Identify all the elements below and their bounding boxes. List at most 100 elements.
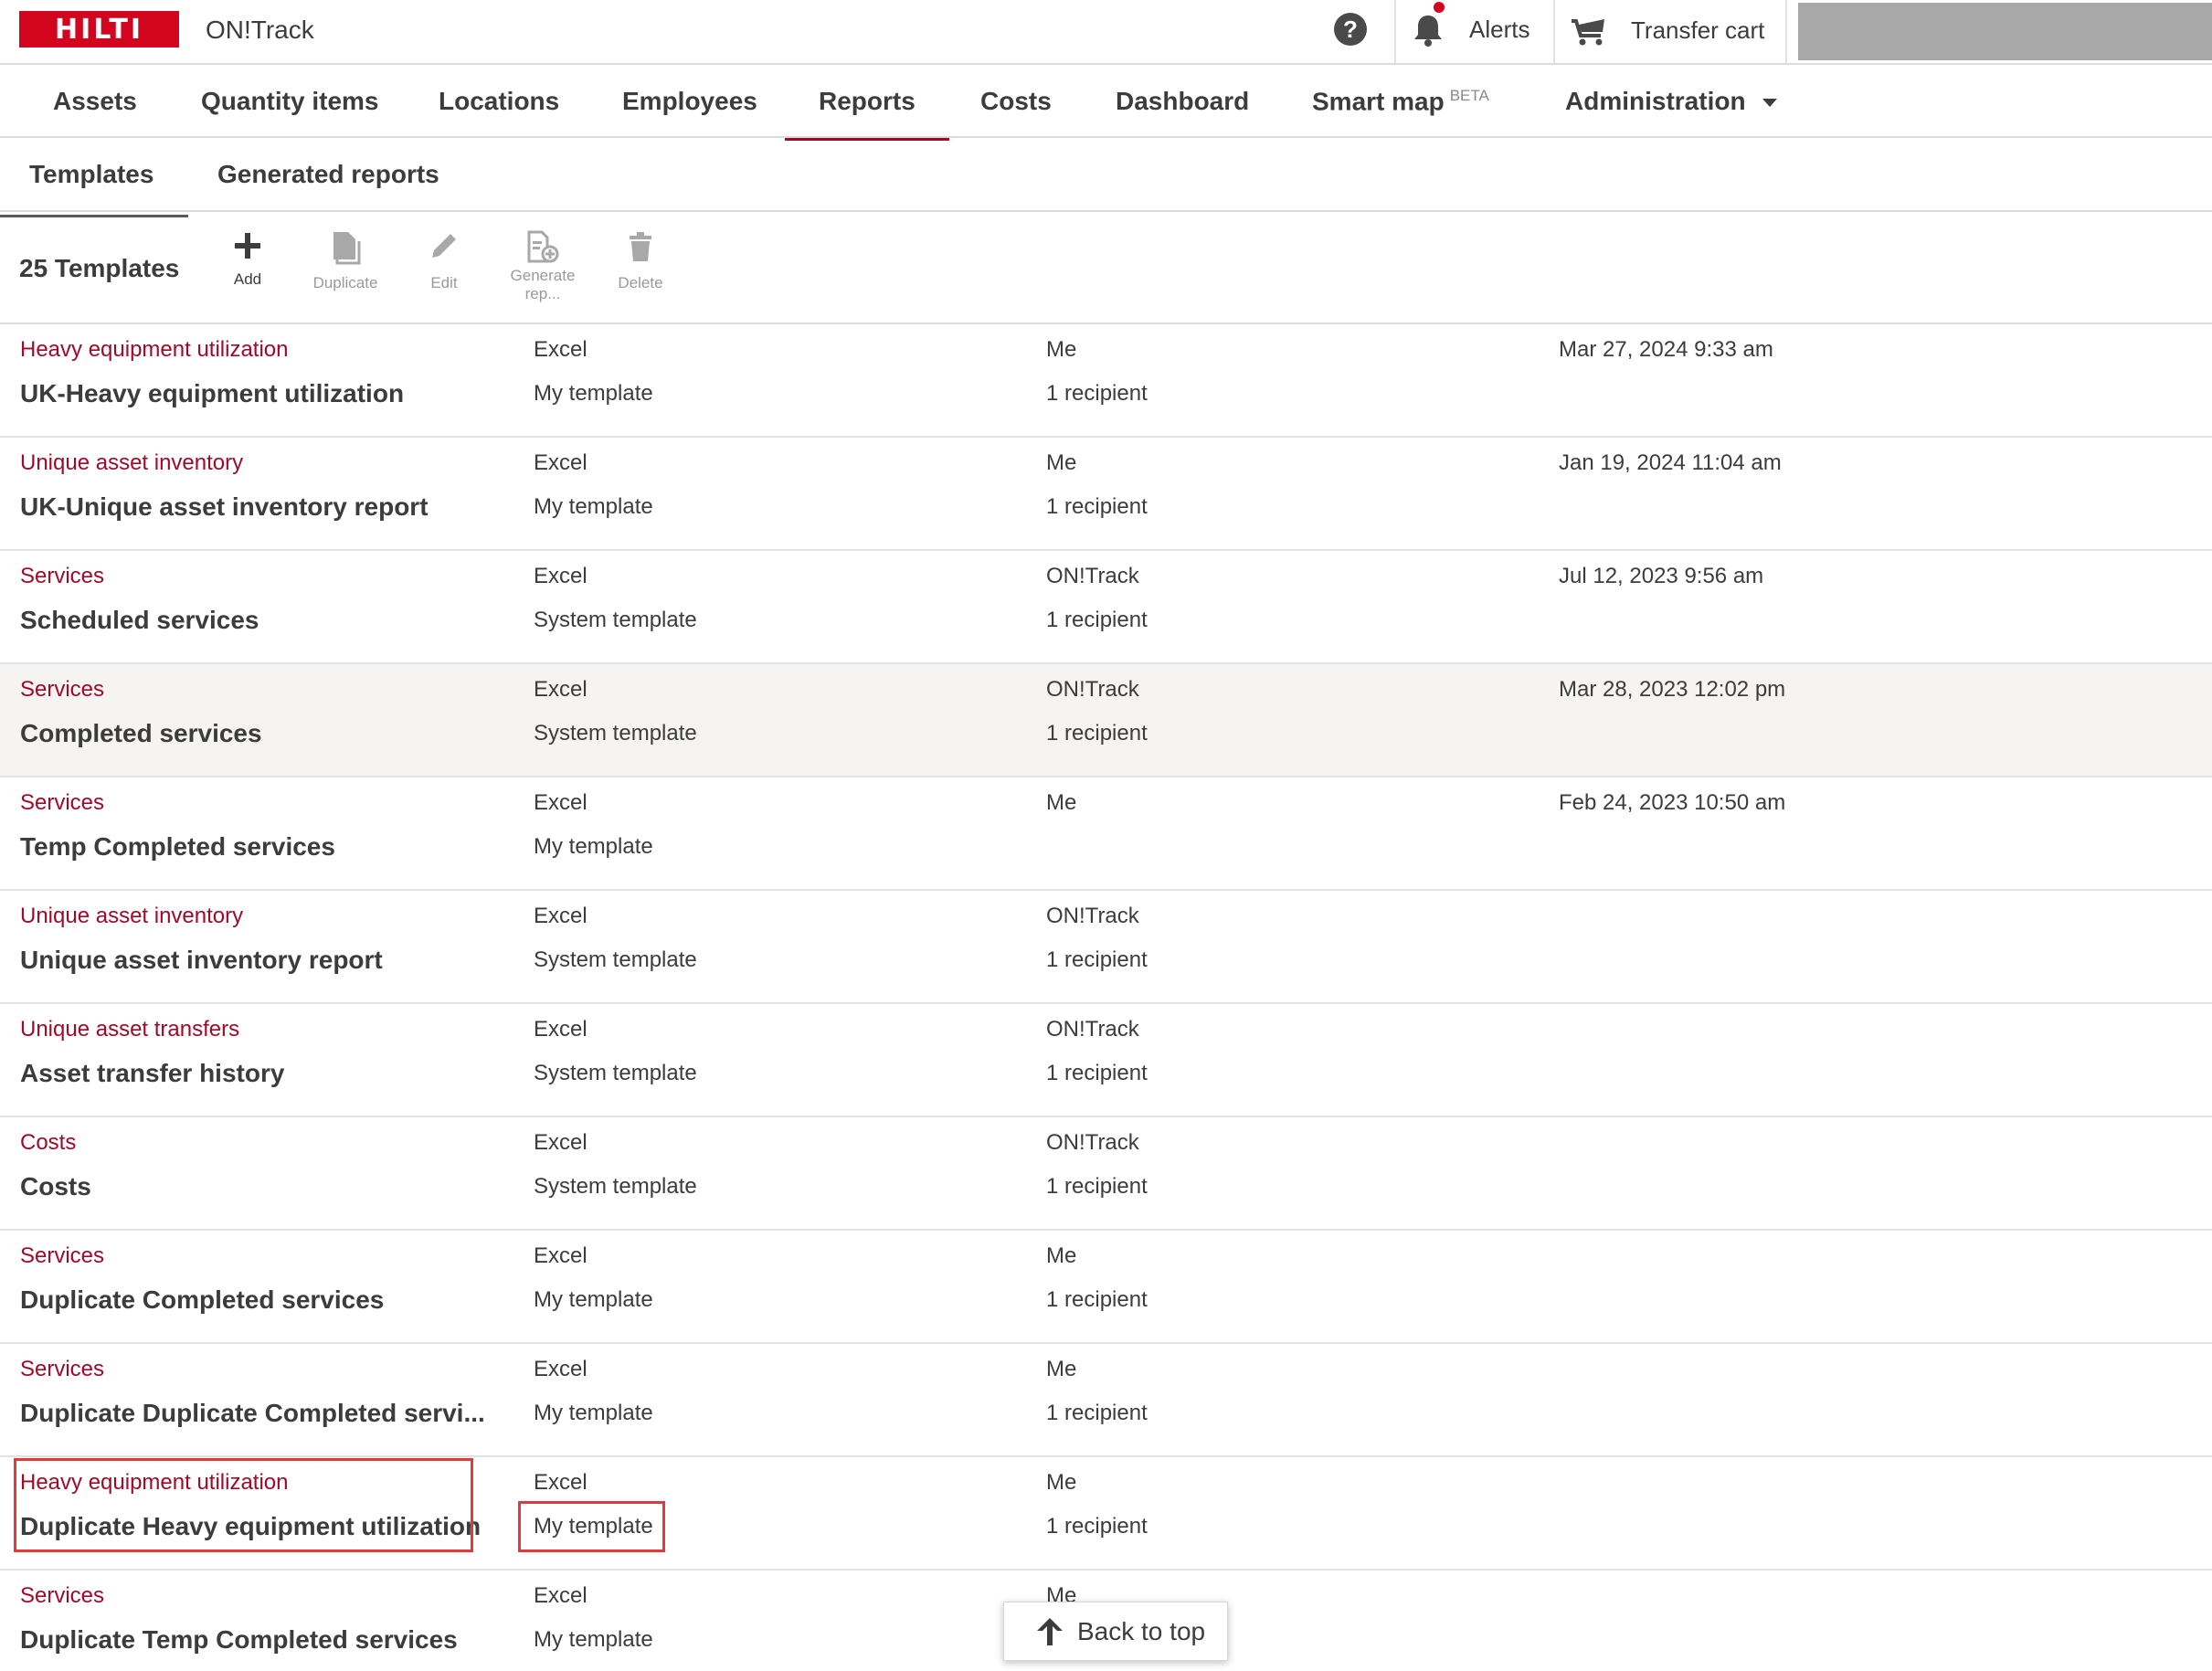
nav-smart-map-label: Smart map [1312, 87, 1445, 116]
divider [1394, 0, 1396, 64]
template-type: Services [20, 1357, 105, 1381]
template-type: Heavy equipment utilization [20, 337, 289, 362]
nav-smart-map[interactable]: Smart map BETA [1312, 87, 1489, 116]
template-kind: System template [534, 721, 697, 746]
duplicate-label: Duplicate [312, 274, 378, 291]
template-name: UK-Heavy equipment utilization [20, 379, 405, 407]
alerts-link[interactable]: Alerts [1469, 16, 1529, 44]
template-owner: Me [1046, 450, 1077, 475]
template-type: Services [20, 1583, 105, 1608]
cart-icon[interactable] [1570, 14, 1608, 47]
template-name: Asset transfer history [20, 1059, 285, 1087]
template-kind: System template [534, 608, 697, 632]
pencil-icon [432, 234, 456, 258]
template-date: Jul 12, 2023 9:56 am [1559, 564, 1764, 588]
template-owner: Me [1046, 1243, 1077, 1268]
delete-button[interactable]: Delete [590, 230, 691, 292]
main-nav: Assets Quantity items Locations Employee… [0, 65, 2212, 141]
template-owner: ON!Track [1046, 677, 1139, 702]
template-owner: ON!Track [1046, 1017, 1139, 1042]
template-row[interactable]: Heavy equipment utilization UK-Heavy equi… [0, 324, 2212, 438]
user-menu[interactable] [1798, 3, 2212, 60]
back-to-top-button[interactable]: Back to top [1003, 1602, 1228, 1661]
back-to-top-label: Back to top [1077, 1616, 1206, 1645]
template-name: Completed services [20, 719, 262, 747]
template-kind: My template [534, 1627, 653, 1652]
nav-employees[interactable]: Employees [622, 87, 757, 116]
notification-dot [1434, 2, 1445, 13]
template-name: Temp Completed services [20, 832, 335, 861]
beta-badge: BETA [1449, 87, 1489, 104]
template-row[interactable]: Services Temp Completed services Excel My t… [0, 777, 2212, 891]
template-kind: My template [534, 1401, 653, 1425]
template-row[interactable]: Costs Costs Excel System template ON!Track 1 … [0, 1117, 2212, 1231]
sub-tabs: Templates Generated reports [0, 138, 2212, 217]
annotation-box [518, 1501, 665, 1552]
template-type: Services [20, 790, 105, 815]
template-owner: Me [1046, 337, 1077, 362]
template-owner: Me [1046, 1470, 1077, 1495]
template-owner: ON!Track [1046, 564, 1139, 588]
edit-label: Edit [430, 274, 458, 291]
template-recipients: 1 recipient [1046, 1514, 1148, 1539]
template-row[interactable]: Unique asset transfers Asset transfer his… [0, 1004, 2212, 1117]
template-row[interactable]: Unique asset inventory UK-Unique asset in… [0, 438, 2212, 551]
nav-dashboard[interactable]: Dashboard [1116, 87, 1249, 116]
arrow-up-icon [1037, 1617, 1063, 1645]
tab-templates[interactable]: Templates [0, 160, 189, 217]
template-type: Services [20, 1243, 105, 1268]
template-recipients: 1 recipient [1046, 721, 1148, 746]
nav-costs[interactable]: Costs [980, 87, 1052, 116]
transfer-cart-link[interactable]: Transfer cart [1631, 16, 1764, 45]
template-kind: System template [534, 1174, 697, 1199]
generate-report-button[interactable]: Generate rep... [492, 230, 593, 303]
template-owner: Me [1046, 1357, 1077, 1381]
template-type: Costs [20, 1130, 77, 1155]
nav-locations[interactable]: Locations [439, 87, 559, 116]
template-date: Feb 24, 2023 10:50 am [1559, 790, 1786, 815]
nav-quantity-items[interactable]: Quantity items [201, 87, 378, 116]
duplicate-button[interactable]: Duplicate [295, 230, 396, 292]
template-type: Unique asset transfers [20, 1017, 240, 1042]
add-label: Add [233, 270, 262, 288]
nav-administration[interactable]: Administration [1565, 87, 1777, 116]
template-recipients: 1 recipient [1046, 381, 1148, 406]
template-name: Unique asset inventory report [20, 946, 383, 974]
template-recipients: 1 recipient [1046, 947, 1148, 972]
template-format: Excel [534, 1583, 587, 1608]
template-kind: My template [534, 494, 653, 519]
chevron-down-icon [1762, 99, 1777, 108]
bell-icon[interactable] [1413, 13, 1444, 48]
template-format: Excel [534, 450, 587, 475]
hilti-logo[interactable]: HILTI [19, 11, 179, 48]
generate-report-icon [527, 230, 559, 263]
app-name: ON!Track [206, 16, 314, 44]
template-row[interactable]: Services Completed services Excel System te… [0, 664, 2212, 777]
divider [1785, 0, 1787, 64]
template-name: Duplicate Duplicate Completed servi... [20, 1399, 485, 1427]
template-kind: System template [534, 947, 697, 972]
nav-reports[interactable]: Reports [785, 87, 949, 141]
delete-label: Delete [618, 274, 663, 291]
nav-assets[interactable]: Assets [53, 87, 137, 116]
nav-administration-label: Administration [1565, 87, 1746, 115]
template-owner: ON!Track [1046, 1130, 1139, 1155]
template-row[interactable]: Services Duplicate Duplicate Completed se… [0, 1344, 2212, 1457]
duplicate-icon [333, 232, 361, 265]
template-recipients: 1 recipient [1046, 494, 1148, 519]
template-row[interactable]: Services Duplicate Completed services Exce… [0, 1231, 2212, 1344]
template-type: Services [20, 677, 105, 702]
template-name: Scheduled services [20, 606, 259, 634]
help-icon[interactable]: ? [1334, 13, 1367, 46]
template-row[interactable]: Services Scheduled services Excel System te… [0, 551, 2212, 664]
edit-button[interactable]: Edit [394, 230, 494, 292]
template-date: Mar 27, 2024 9:33 am [1559, 337, 1773, 362]
template-row[interactable]: Unique asset inventory Unique asset inven… [0, 891, 2212, 1004]
template-format: Excel [534, 790, 587, 815]
template-format: Excel [534, 337, 587, 362]
template-name: Costs [20, 1172, 91, 1200]
template-kind: System template [534, 1061, 697, 1085]
add-button[interactable]: Add [197, 230, 298, 289]
template-recipients: 1 recipient [1046, 1401, 1148, 1425]
tab-generated-reports[interactable]: Generated reports [217, 160, 439, 189]
